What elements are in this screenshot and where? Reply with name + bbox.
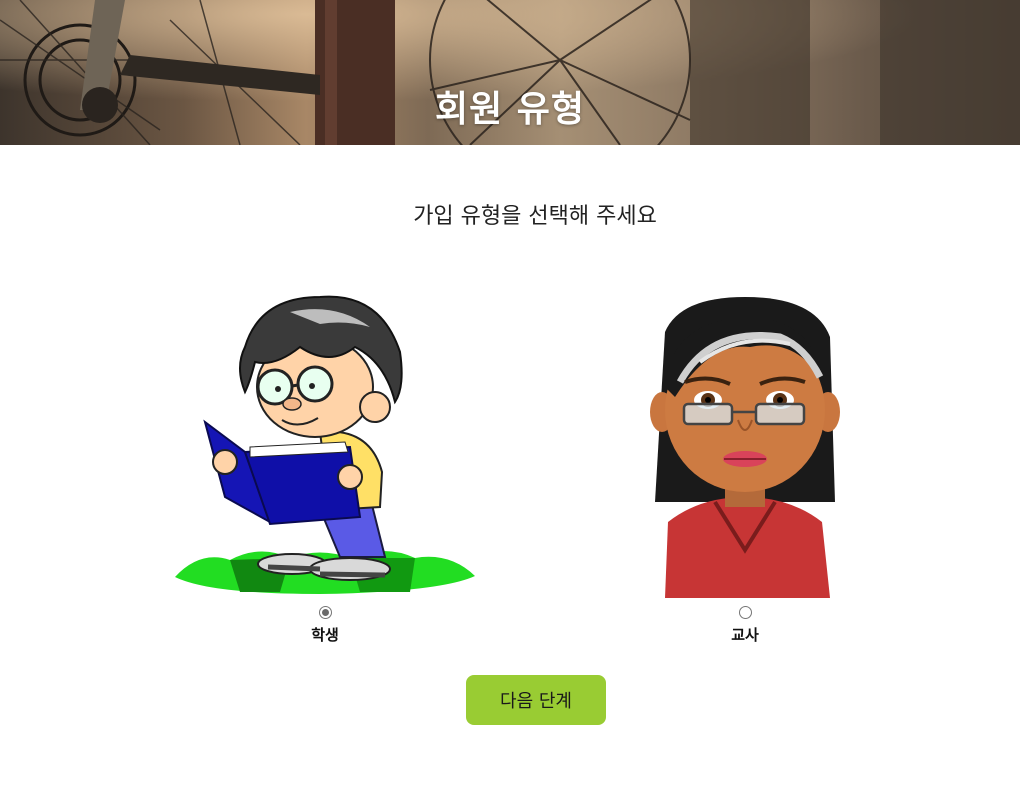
teacher-illustration[interactable] [640,292,850,598]
page-title: 회원 유형 [434,89,585,130]
student-option[interactable] [170,292,480,597]
header-banner: 회원 유형 [0,0,1020,145]
teacher-option[interactable] [640,292,850,598]
student-illustration[interactable] [170,292,480,597]
next-step-button[interactable]: 다음 단계 [466,675,606,725]
selection-prompt: 가입 유형을 선택해 주세요 [413,204,657,229]
teacher-label: 교사 [731,626,759,644]
teacher-radio[interactable] [739,606,752,619]
student-label: 학생 [311,626,339,644]
student-radio[interactable] [319,606,332,619]
